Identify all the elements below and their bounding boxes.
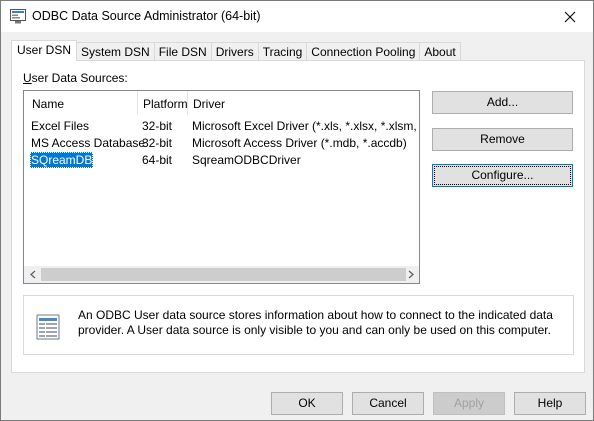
data-sources-list[interactable]: Name Platform Driver Excel Files 32-bit …	[23, 90, 420, 284]
tab-connection-pooling[interactable]: Connection Pooling	[306, 42, 421, 61]
tab-tracing[interactable]: Tracing	[257, 42, 308, 61]
list-item-selected[interactable]: SQreamDB 64-bit SqreamODBCDriver	[24, 152, 419, 169]
dsn-platform: 64-bit	[142, 153, 173, 167]
title-bar: ODBC Data Source Administrator (64-bit)	[1, 1, 593, 32]
tab-strip: User DSN System DSN File DSN Drivers Tra…	[11, 40, 461, 61]
chevron-right-icon	[408, 270, 414, 279]
cancel-button[interactable]: Cancel	[352, 392, 424, 415]
user-data-sources-label: User Data Sources:	[23, 71, 128, 85]
dsn-name: Excel Files	[31, 119, 90, 133]
scrollbar-thumb[interactable]	[41, 268, 406, 281]
tab-file-dsn[interactable]: File DSN	[153, 42, 212, 61]
close-icon	[564, 11, 576, 22]
apply-button[interactable]: Apply	[433, 392, 505, 415]
tab-system-dsn[interactable]: System DSN	[76, 42, 155, 61]
apply-button-label: Apply	[453, 396, 485, 410]
dsn-name: MS Access Database	[31, 136, 146, 150]
dsn-platform: 32-bit	[142, 119, 173, 133]
tab-drivers[interactable]: Drivers	[210, 42, 259, 61]
remove-button-label: Remove	[480, 132, 525, 146]
tab-user-dsn[interactable]: User DSN	[11, 40, 78, 61]
odbc-admin-window: ODBC Data Source Administrator (64-bit) …	[0, 0, 594, 421]
help-button[interactable]: Help	[514, 392, 586, 415]
dsn-driver: Microsoft Excel Driver (*.xls, *.xlsx, *…	[192, 119, 419, 133]
dsn-driver: Microsoft Access Driver (*.mdb, *.accdb)	[192, 136, 407, 150]
list-item[interactable]: MS Access Database 32-bit Microsoft Acce…	[24, 135, 419, 152]
user-data-sources-label-rest: ser Data Sources:	[31, 71, 128, 85]
ok-button-label: OK	[298, 396, 316, 410]
accelerator-u: U	[23, 71, 32, 85]
dsn-platform: 32-bit	[142, 136, 173, 150]
help-button-label: Help	[537, 396, 563, 410]
list-item[interactable]: Excel Files 32-bit Microsoft Excel Drive…	[24, 118, 419, 135]
add-button-label: Add...	[486, 95, 519, 109]
list-header: Name Platform Driver	[24, 91, 419, 115]
column-header-platform[interactable]: Platform	[137, 91, 188, 115]
info-box: An ODBC User data source stores informat…	[23, 295, 574, 355]
configure-button-label: Configure...	[471, 168, 534, 182]
column-header-driver[interactable]: Driver	[187, 91, 417, 115]
horizontal-scrollbar[interactable]	[24, 266, 419, 283]
ok-button[interactable]: OK	[271, 392, 343, 415]
configure-button[interactable]: Configure...	[432, 164, 573, 187]
odbc-admin-icon	[10, 9, 26, 24]
info-description: An ODBC User data source stores informat…	[78, 308, 553, 337]
dsn-name: SQreamDB	[30, 152, 94, 168]
window-title: ODBC Data Source Administrator (64-bit)	[32, 9, 261, 23]
column-header-name[interactable]: Name	[26, 91, 138, 115]
data-source-icon	[36, 314, 60, 340]
add-button[interactable]: Add...	[432, 91, 573, 114]
scroll-left-button[interactable]	[24, 266, 41, 283]
cancel-button-label: Cancel	[369, 396, 407, 410]
chevron-left-icon	[29, 270, 35, 279]
remove-button[interactable]: Remove	[432, 128, 573, 151]
close-button[interactable]	[547, 1, 593, 32]
scroll-right-button[interactable]	[402, 266, 419, 283]
tab-about[interactable]: About	[419, 42, 461, 61]
dsn-driver: SqreamODBCDriver	[192, 153, 301, 167]
